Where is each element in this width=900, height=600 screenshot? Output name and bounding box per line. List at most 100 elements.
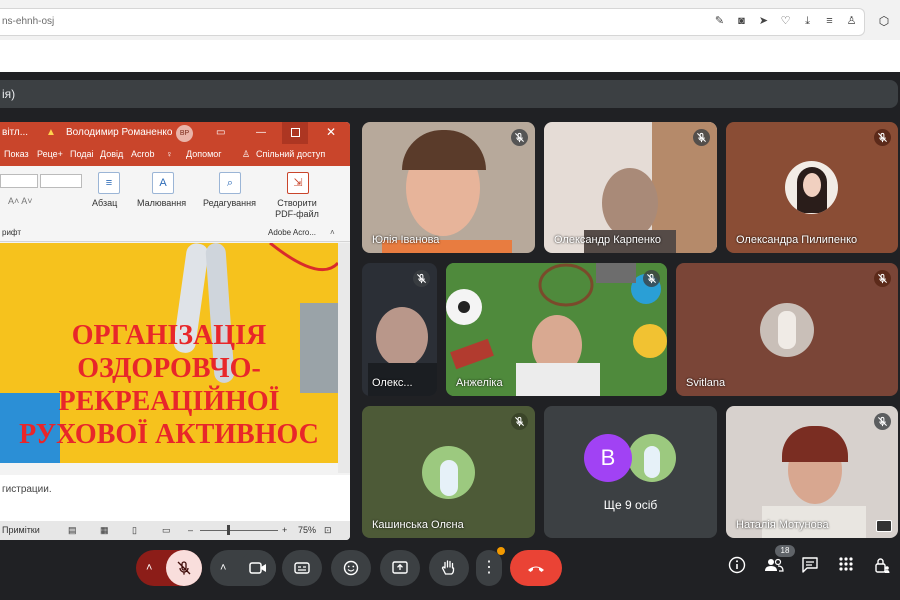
activities-button[interactable] <box>838 556 860 578</box>
drawing-icon[interactable]: A <box>152 172 174 194</box>
sorter-view-icon[interactable]: ▦ <box>100 525 109 536</box>
extension-icon[interactable]: ⬡ <box>874 11 894 31</box>
create-pdf-button[interactable]: Створити PDF-файл <box>268 198 326 220</box>
participant-avatar <box>760 303 814 357</box>
zoom-slider[interactable] <box>200 530 278 531</box>
participant-avatar <box>628 434 676 482</box>
edit-icon[interactable]: ✎ <box>713 15 726 28</box>
zoom-level[interactable]: 75% <box>298 525 316 535</box>
mic-off-icon <box>511 129 528 146</box>
participant-tile[interactable]: Олекс... <box>362 263 437 396</box>
slide-scrollbar[interactable] <box>338 243 350 473</box>
reading-view-icon[interactable]: ▯ <box>132 525 137 536</box>
ppt-user-avatar[interactable]: ВР <box>176 125 193 142</box>
participant-tile[interactable]: Олександр Карпенко <box>544 122 717 253</box>
chat-button[interactable] <box>801 556 823 578</box>
notes-pane[interactable]: гистрации. <box>0 475 350 521</box>
raise-hand-button[interactable] <box>429 550 469 586</box>
mic-off-icon <box>693 129 710 146</box>
presentation-banner: ія) <box>0 80 898 108</box>
zoom-in-icon[interactable]: + <box>282 525 287 535</box>
emoji-reactions-button[interactable] <box>331 550 371 586</box>
participant-name: Анжеліка <box>456 377 503 389</box>
meeting-details-button[interactable] <box>728 556 750 578</box>
tab-help-ref[interactable]: Довід <box>100 149 123 159</box>
collapse-ribbon-icon[interactable]: ˄ <box>330 228 335 237</box>
info-icon <box>728 556 746 574</box>
ribbon-display-icon[interactable]: ▭ <box>216 127 225 138</box>
zoom-slider-thumb[interactable] <box>227 525 230 535</box>
raise-hand-icon <box>441 560 455 575</box>
address-bar[interactable]: ns-ehnh-osj ✎ ◙ ➤ ♡ ⤓ ≡ ♙ <box>0 8 865 36</box>
avatar-figure <box>778 311 796 349</box>
drawing-button[interactable]: Малювання <box>137 198 186 208</box>
tab-review[interactable]: Реце+ <box>37 149 63 159</box>
participant-name: Наталія Мотунова <box>736 519 829 531</box>
ppt-ribbon-tabs: Показ Реце+ Подаі Довід Acrob ♀ Допомог … <box>0 144 350 166</box>
tab-view[interactable]: Подаі <box>70 149 94 159</box>
participant-avatar <box>785 161 838 214</box>
notification-dot <box>497 547 505 555</box>
participant-tile[interactable]: Олександра Пилипенко <box>726 122 898 253</box>
share-button[interactable]: Спільний доступ <box>256 149 325 159</box>
slide-title: ОРГАНІЗАЦІЯ ОЗДОРОВЧО- РЕКРЕАЦІЙНОЇ РУХО… <box>0 319 338 451</box>
tab-help[interactable]: Допомог <box>186 149 222 159</box>
download-icon[interactable]: ⤓ <box>801 15 814 28</box>
paragraph-icon[interactable]: ≡ <box>98 172 120 194</box>
participant-tile[interactable]: Наталія Мотунова <box>726 406 898 538</box>
font-size-dropdown[interactable] <box>40 174 82 188</box>
camera-icon[interactable]: ◙ <box>735 15 748 28</box>
tab-acrobat[interactable]: Acrob <box>131 149 155 159</box>
leave-call-button[interactable] <box>510 550 562 586</box>
browser-bookmarks-bar <box>0 40 900 72</box>
people-button[interactable] <box>764 556 786 578</box>
present-screen-button[interactable] <box>380 550 420 586</box>
ribbon-group-adobe: Adobe Acro... <box>268 228 317 237</box>
participant-tile[interactable]: Кашинська Олєна <box>362 406 535 538</box>
maximize-button[interactable] <box>282 122 308 144</box>
notes-text: гистрации. <box>2 484 52 495</box>
zoom-out-icon[interactable]: – <box>188 525 193 535</box>
ppt-file-title: вітл... <box>2 127 29 138</box>
menu-lines-icon[interactable]: ≡ <box>823 15 836 28</box>
mic-off-icon <box>511 413 528 430</box>
profile-icon[interactable]: ♙ <box>845 15 858 28</box>
heart-icon[interactable]: ♡ <box>779 15 792 28</box>
slideshow-icon[interactable]: ▭ <box>162 525 171 536</box>
paragraph-button[interactable]: Абзац <box>92 198 117 208</box>
lightbulb-icon[interactable]: ♀ <box>166 149 173 159</box>
participant-tile[interactable]: Юлія Іванова <box>362 122 535 253</box>
tab-show[interactable]: Показ <box>4 149 29 159</box>
camera-toggle-button[interactable] <box>240 550 276 586</box>
normal-view-icon[interactable]: ▤ <box>68 525 77 536</box>
mic-off-icon <box>643 270 660 287</box>
fit-slide-icon[interactable]: ⊡ <box>324 525 332 536</box>
pdf-icon[interactable]: ⇲ <box>287 172 309 194</box>
font-name-dropdown[interactable] <box>0 174 38 188</box>
emoji-icon <box>343 560 359 576</box>
notes-toggle[interactable]: Примітки <box>2 525 40 535</box>
mic-toggle-button[interactable] <box>166 550 202 586</box>
font-grow-icon[interactable]: A˄ A˅ <box>8 196 33 206</box>
presentation-banner-text: ія) <box>2 87 16 101</box>
ribbon-group-font: рифт <box>2 228 21 237</box>
close-icon[interactable]: ✕ <box>326 125 336 139</box>
editing-button[interactable]: Редагування <box>203 198 256 208</box>
pip-icon[interactable] <box>876 520 892 532</box>
host-controls-button[interactable] <box>873 556 895 578</box>
captions-button[interactable] <box>282 550 322 586</box>
more-options-button[interactable]: ⋮ <box>476 547 505 586</box>
camera-options-chevron-icon[interactable]: ˄ <box>220 562 226 574</box>
meeting-stage: ія) вітл... ▲ Володимир Романенко ВР ▭ —… <box>0 72 900 600</box>
search-icon[interactable]: ⌕ <box>219 172 241 194</box>
participant-tile[interactable]: Анжеліка <box>446 263 667 396</box>
ppt-status-bar: Примітки ▤ ▦ ▯ ▭ – + 75% ⊡ <box>0 521 350 540</box>
warning-icon: ▲ <box>46 127 56 138</box>
mic-off-icon <box>874 129 891 146</box>
send-icon[interactable]: ➤ <box>757 15 770 28</box>
url-text[interactable]: ns-ehnh-osj <box>2 16 54 27</box>
more-participants-tile[interactable]: В Ще 9 осіб <box>544 406 717 538</box>
minimize-icon[interactable]: — <box>256 127 266 138</box>
mic-options-chevron-icon[interactable]: ˄ <box>146 562 152 574</box>
participant-tile[interactable]: Svitlana <box>676 263 898 396</box>
